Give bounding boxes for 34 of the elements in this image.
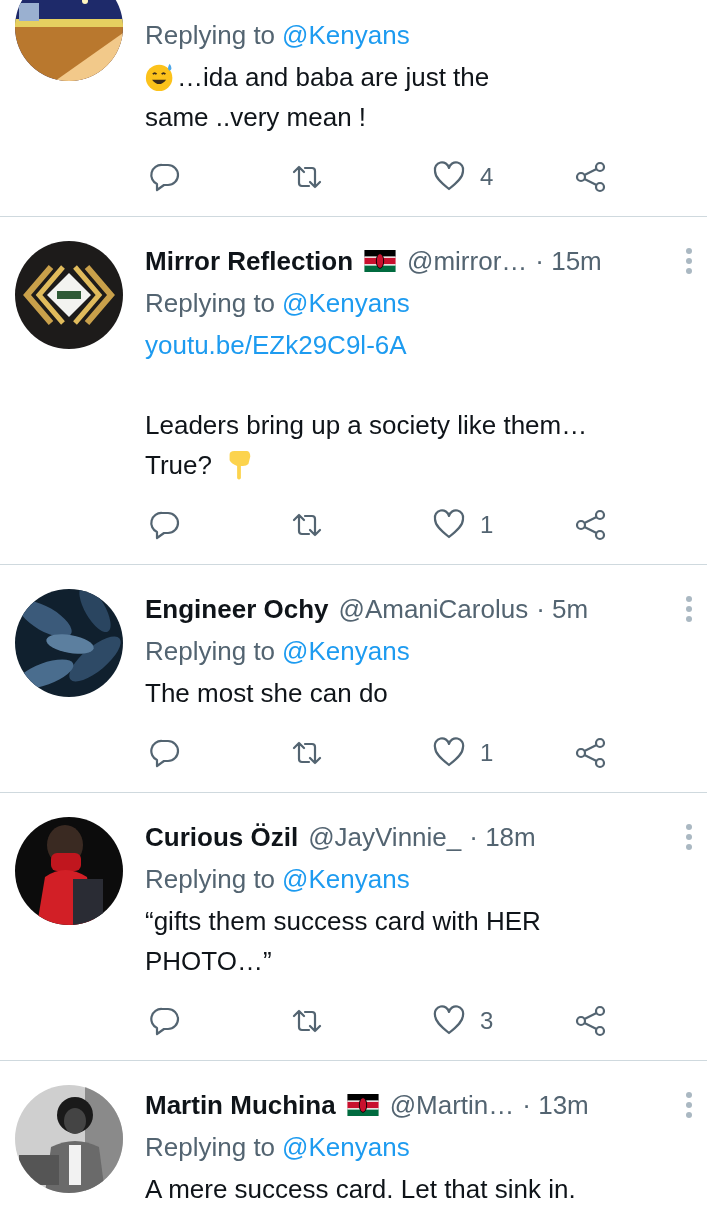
replying-label: Replying to <box>145 635 276 667</box>
user-handle[interactable]: @Martin… <box>389 1089 515 1121</box>
replying-label: Replying to <box>145 19 276 51</box>
user-name[interactable]: Martin Muchina <box>145 1089 336 1121</box>
tweet-text: PHOTO…” <box>145 945 272 978</box>
user-name[interactable]: Curious Özil <box>145 821 299 853</box>
tweet-text: True? <box>145 449 212 482</box>
timestamp: · 18m <box>469 821 536 853</box>
timestamp: · 13m <box>522 1089 589 1121</box>
share-icon[interactable] <box>574 1004 608 1038</box>
replying-label: Replying to <box>145 1131 276 1163</box>
replying-label: Replying to <box>145 863 276 895</box>
like-count: 1 <box>480 739 494 767</box>
tweet-text: …ida and baba are just the <box>177 61 490 94</box>
like-count: 3 <box>480 1007 494 1035</box>
user-name[interactable]: Mirror Reflection <box>145 245 354 277</box>
tweet-text: The most she can do <box>145 677 388 710</box>
share-icon[interactable] <box>574 160 608 194</box>
user-handle[interactable]: @JayVinnie_ <box>308 821 462 853</box>
share-icon[interactable] <box>574 736 608 770</box>
tweet-text: “gifts them success card with HER <box>145 905 541 938</box>
timestamp: · 5m <box>536 593 589 625</box>
like-count: 1 <box>480 511 494 539</box>
like-count: 4 <box>480 163 494 191</box>
replying-label: Replying to <box>145 287 276 319</box>
user-handle[interactable]: @mirror… <box>407 245 528 277</box>
user-handle[interactable]: @AmaniCarolus <box>338 593 529 625</box>
tweet-text: Leaders bring up a society like them… <box>145 409 588 442</box>
timestamp: · 15m <box>535 245 602 277</box>
share-icon[interactable] <box>574 508 608 542</box>
tweet-text: A mere success card. Let that sink in. <box>145 1173 576 1206</box>
smiling-face-icon <box>145 61 175 93</box>
tweet-text: same ..very mean ! <box>145 101 367 134</box>
user-name[interactable]: Engineer Ochy <box>145 593 329 625</box>
